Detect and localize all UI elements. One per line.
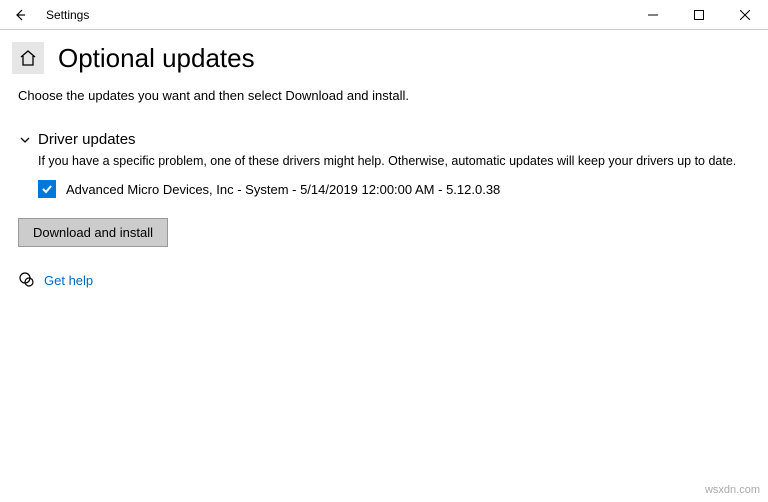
maximize-button[interactable] bbox=[676, 0, 722, 30]
driver-updates-section: Driver updates If you have a specific pr… bbox=[18, 131, 750, 198]
driver-item: Advanced Micro Devices, Inc - System - 5… bbox=[38, 180, 750, 198]
help-icon bbox=[18, 271, 34, 290]
watermark: wsxdn.com bbox=[705, 484, 760, 496]
home-icon bbox=[19, 49, 37, 67]
driver-label: Advanced Micro Devices, Inc - System - 5… bbox=[66, 182, 500, 197]
section-header[interactable]: Driver updates bbox=[18, 131, 750, 148]
home-button[interactable] bbox=[12, 42, 44, 74]
close-button[interactable] bbox=[722, 0, 768, 30]
page-subtitle: Choose the updates you want and then sel… bbox=[18, 88, 750, 103]
maximize-icon bbox=[694, 10, 704, 20]
back-button[interactable] bbox=[0, 0, 40, 30]
content-area: Choose the updates you want and then sel… bbox=[0, 80, 768, 290]
close-icon bbox=[740, 10, 750, 20]
minimize-button[interactable] bbox=[630, 0, 676, 30]
chevron-down-icon bbox=[18, 134, 32, 146]
download-install-button[interactable]: Download and install bbox=[18, 218, 168, 247]
driver-checkbox[interactable] bbox=[38, 180, 56, 198]
help-row: Get help bbox=[18, 271, 750, 290]
checkmark-icon bbox=[41, 183, 53, 195]
titlebar: Settings bbox=[0, 0, 768, 30]
window-controls bbox=[630, 0, 768, 30]
section-title: Driver updates bbox=[38, 131, 136, 148]
page-title: Optional updates bbox=[58, 43, 255, 74]
window-title: Settings bbox=[46, 8, 89, 22]
minimize-icon bbox=[648, 10, 658, 20]
get-help-link[interactable]: Get help bbox=[44, 273, 93, 288]
page-header: Optional updates bbox=[0, 30, 768, 80]
arrow-left-icon bbox=[13, 8, 27, 22]
section-description: If you have a specific problem, one of t… bbox=[38, 154, 750, 168]
